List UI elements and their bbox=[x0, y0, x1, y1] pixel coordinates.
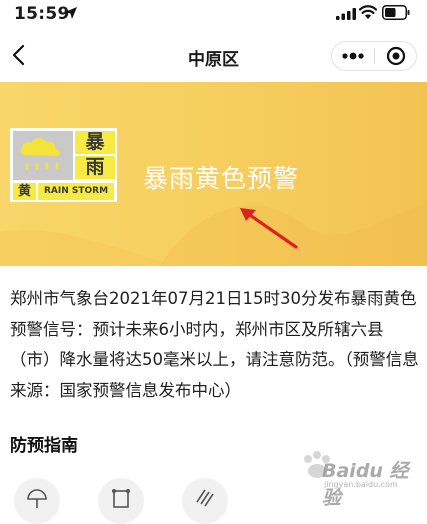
battery-icon bbox=[382, 5, 410, 20]
guide-item-frame[interactable] bbox=[98, 478, 144, 524]
badge-char-bottom: 雨 bbox=[75, 156, 115, 179]
rain-lines-icon bbox=[196, 489, 214, 507]
rain-cloud-icon bbox=[20, 137, 60, 170]
nav-bar: 中原区 bbox=[0, 28, 427, 82]
guide-item-rain[interactable] bbox=[182, 478, 228, 524]
guide-item-umbrella[interactable] bbox=[14, 478, 60, 524]
badge-color-char: 黄 bbox=[13, 183, 36, 200]
umbrella-icon bbox=[27, 489, 47, 508]
wifi-icon bbox=[359, 5, 377, 19]
target-circle-icon bbox=[386, 46, 406, 66]
badge-english-label: RAIN STORM bbox=[38, 183, 114, 200]
badge-char-top: 暴 bbox=[75, 131, 115, 154]
warning-banner: 暴 雨 黄 RAIN STORM 暴雨黄色预警 bbox=[0, 82, 427, 266]
more-button[interactable] bbox=[332, 42, 374, 70]
guide-section-title: 防预指南 bbox=[10, 436, 78, 456]
warning-description: 郑州市气象台2021年07月21日15时30分发布暴雨黄色预警信号：预计未来6小… bbox=[10, 289, 419, 400]
warning-badge: 暴 雨 黄 RAIN STORM bbox=[10, 128, 117, 202]
status-time: 15:59 bbox=[14, 4, 70, 24]
close-button[interactable] bbox=[375, 42, 417, 70]
location-arrow-icon bbox=[65, 7, 77, 19]
mini-program-capsule bbox=[331, 41, 417, 71]
watermark-url: jingyan.baidu.com bbox=[324, 480, 398, 489]
red-arrow-annotation bbox=[240, 208, 298, 249]
cellular-signal-icon bbox=[336, 8, 356, 20]
status-bar: 15:59 bbox=[0, 0, 427, 28]
warning-title: 暴雨黄色预警 bbox=[143, 164, 300, 193]
badge-icon-box bbox=[13, 131, 73, 180]
more-dots-icon bbox=[342, 52, 364, 60]
frame-icon bbox=[112, 489, 130, 508]
